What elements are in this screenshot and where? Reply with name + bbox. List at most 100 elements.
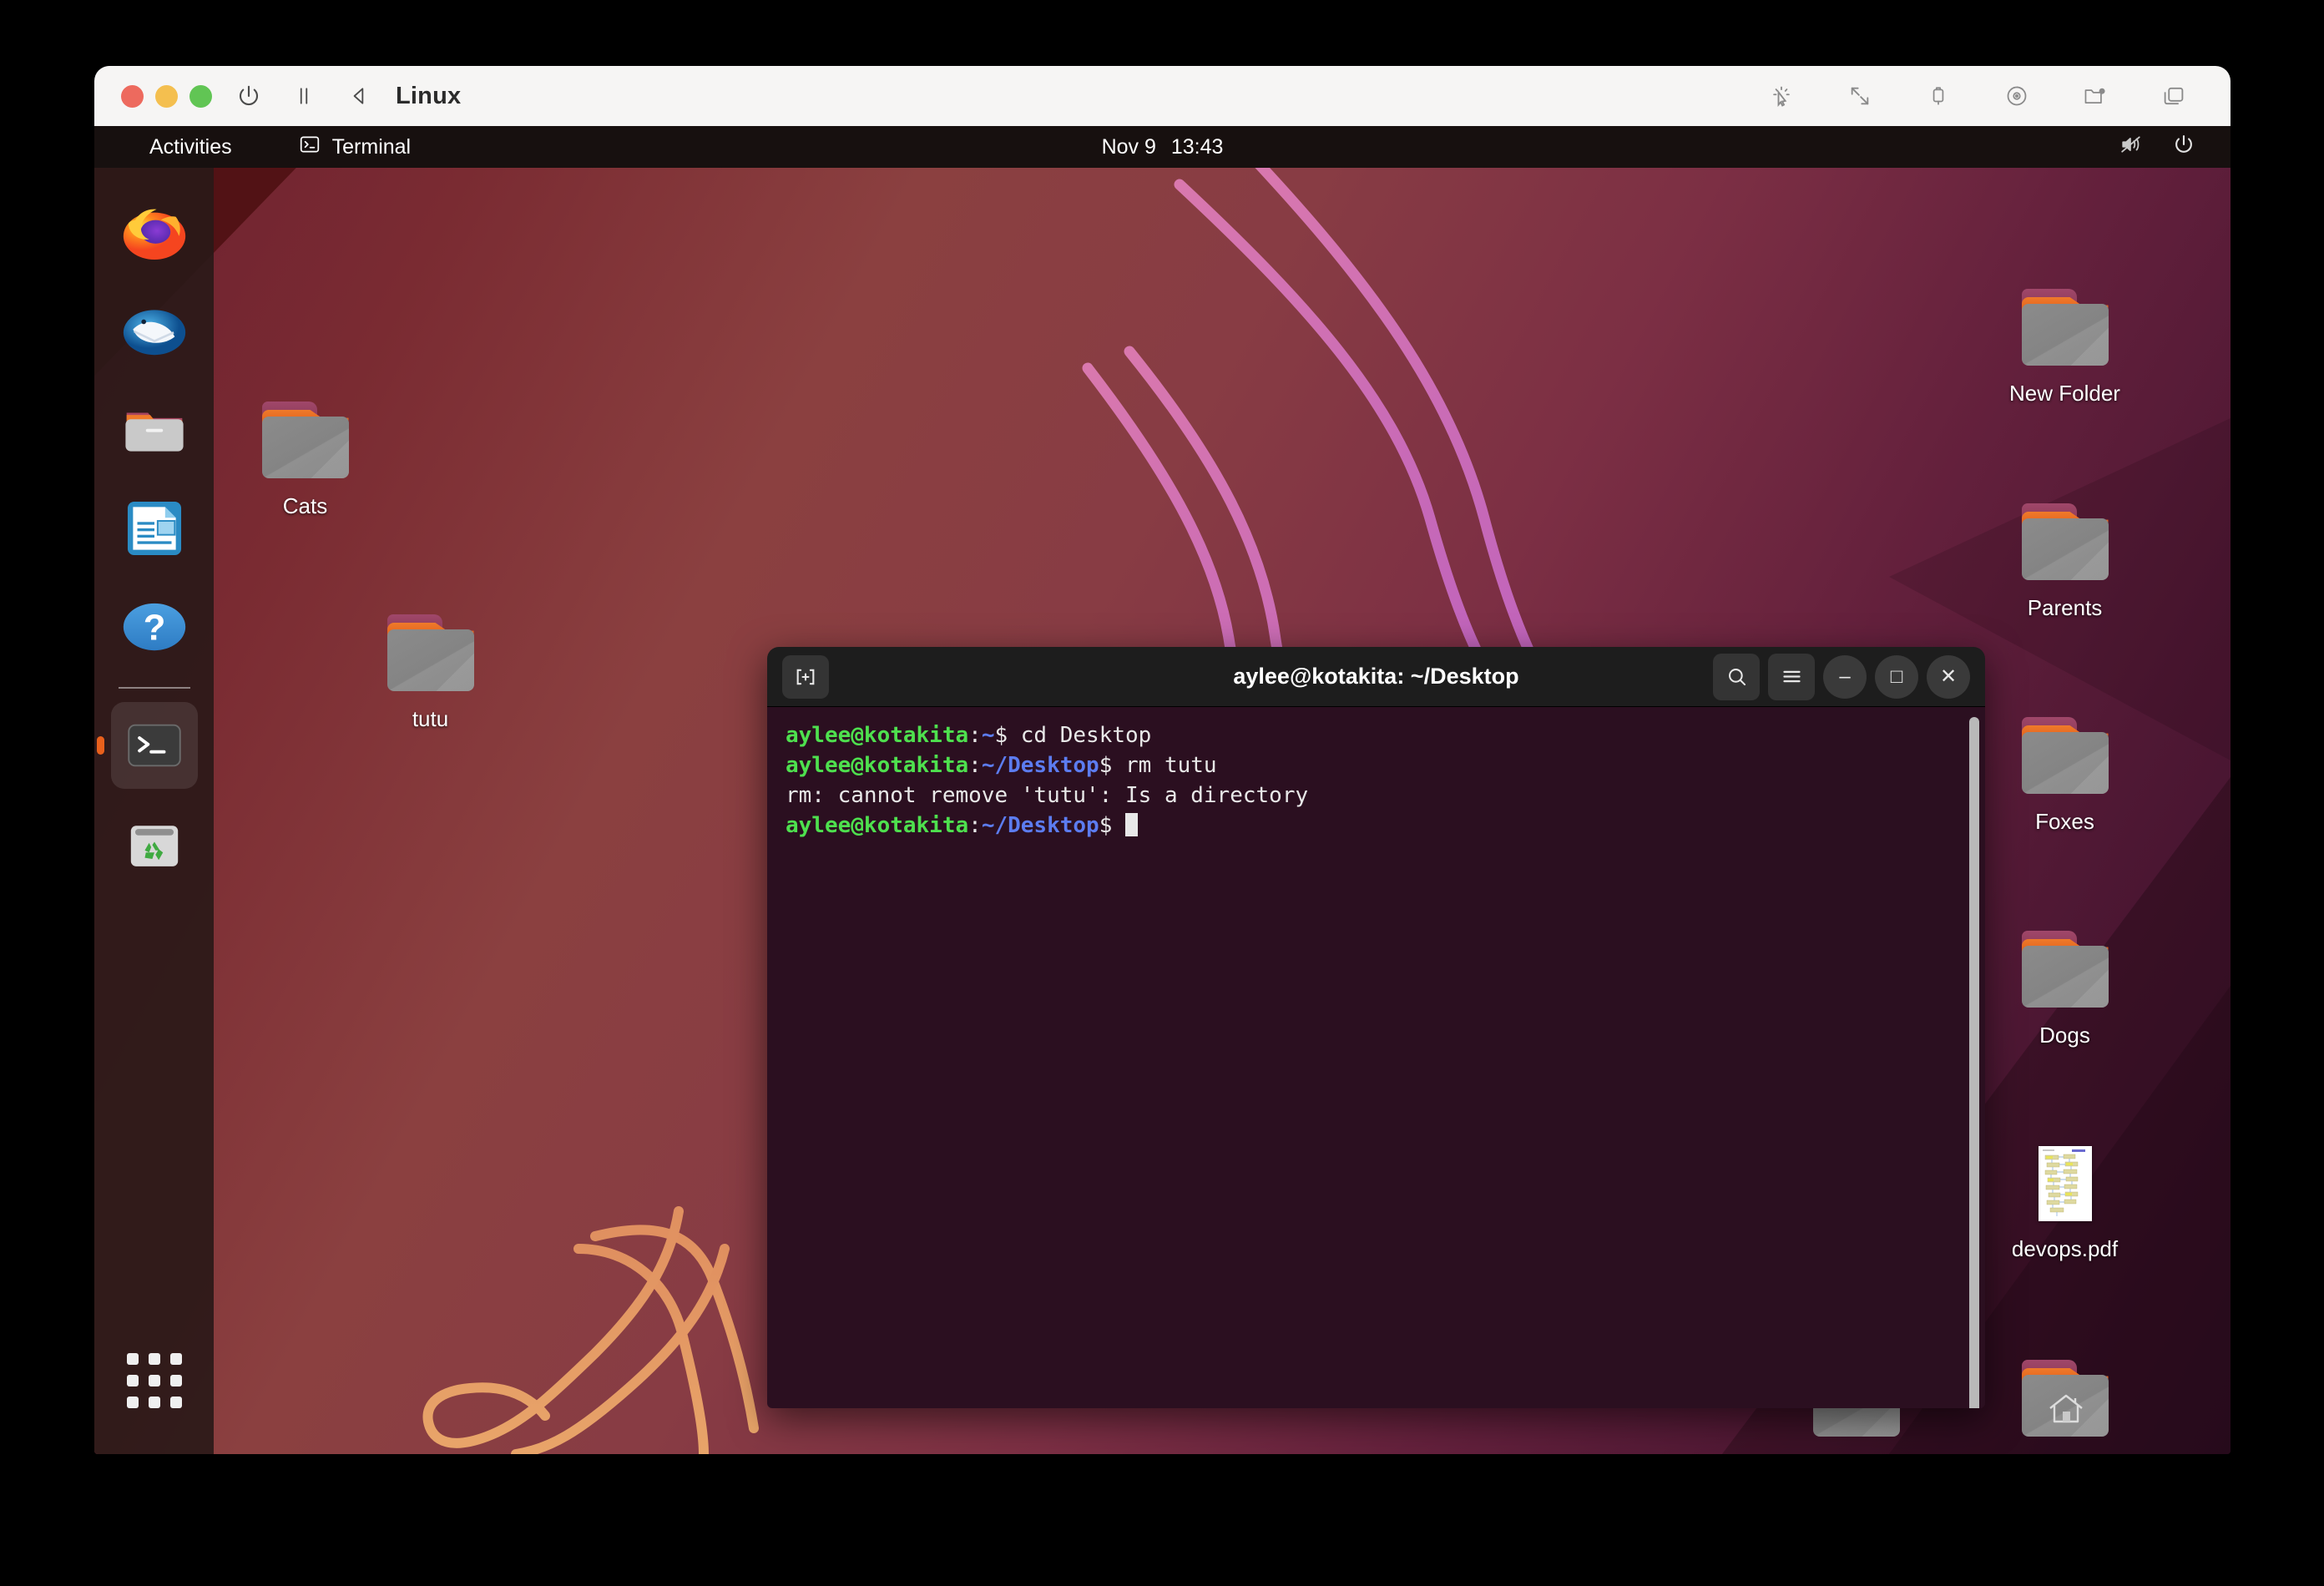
desktop-icon-devops-pdf[interactable]: devops.pdf [1988, 1144, 2142, 1262]
files-icon [124, 412, 184, 452]
terminal-minimize-button[interactable]: – [1823, 654, 1867, 699]
desktop-icon-new-folder[interactable]: New Folder [1988, 289, 2142, 407]
dock-item-trash[interactable] [111, 801, 198, 887]
terminal-titlebar[interactable]: aylee@kotakita: ~/Desktop – □ ✕ [767, 647, 1985, 707]
prompt-user: aylee@kotakita [786, 723, 969, 748]
app-menu-button[interactable]: Terminal [299, 134, 411, 161]
resize-arrows-icon[interactable] [1842, 78, 1878, 114]
pdf-thumbnail-diagram [2038, 1146, 2092, 1221]
libreoffice-writer-icon [127, 501, 181, 556]
shared-folder-icon[interactable] [2077, 78, 2114, 114]
terminal-command: cd Desktop [1020, 723, 1152, 748]
folder-icon [2018, 931, 2112, 1011]
vm-window: Linux Activities Terminal Nov 9 13:43 ? … [94, 66, 2231, 1454]
home-folder-icon [2018, 1360, 2112, 1440]
terminal-command: rm tutu [1125, 753, 1217, 778]
prompt-dollar: $ [1099, 813, 1126, 838]
pointer-click-icon[interactable] [1763, 78, 1800, 114]
firefox-icon [123, 209, 185, 260]
desktop-icon-label: tutu [412, 706, 449, 731]
folder-icon [2018, 503, 2112, 583]
trash-icon [130, 826, 178, 866]
power-icon[interactable] [230, 78, 267, 114]
host-window-title: Linux [396, 82, 462, 109]
terminal-scrollbar[interactable] [1969, 717, 1979, 1408]
dock-item-files[interactable] [111, 386, 198, 473]
terminal-controls: – □ ✕ [1713, 653, 1970, 700]
terminal-maximize-button[interactable]: □ [1875, 654, 1918, 699]
clock[interactable]: Nov 9 13:43 [1102, 135, 1224, 159]
dock-item-thunderbird[interactable] [111, 288, 198, 375]
zoom-button[interactable] [189, 84, 212, 108]
terminal-window[interactable]: aylee@kotakita: ~/Desktop – □ ✕ aylee@ko… [767, 647, 1985, 1408]
gnome-top-bar: Activities Terminal Nov 9 13:43 [94, 126, 2231, 168]
minimize-button[interactable] [155, 84, 178, 108]
folder-icon [2018, 289, 2112, 369]
desktop-icon-parents[interactable]: Parents [1988, 503, 2142, 621]
back-triangle-icon[interactable] [341, 78, 377, 114]
hamburger-menu-icon[interactable] [1768, 653, 1815, 700]
desktop-icon-label: Cats [282, 493, 328, 518]
prompt-path: ~ [981, 723, 995, 748]
disc-icon[interactable] [1998, 78, 2035, 114]
host-toolbar [1721, 78, 2231, 114]
windows-stack-icon[interactable] [2155, 78, 2192, 114]
traffic-light-group [109, 84, 212, 108]
terminal-title: aylee@kotakita: ~/Desktop [1233, 664, 1519, 689]
pause-icon[interactable] [285, 78, 322, 114]
folder-icon [2018, 717, 2112, 797]
terminal-line: aylee@kotakita:~/Desktop$ rm tutu [786, 750, 1967, 780]
desktop-icon-label: devops.pdf [2011, 1236, 2119, 1261]
terminal-icon [127, 724, 181, 767]
search-icon[interactable] [1713, 653, 1760, 700]
terminal-cursor [1125, 813, 1139, 836]
terminal-icon [299, 134, 321, 161]
clock-date: Nov 9 [1101, 134, 1156, 159]
desktop-icon-tutu[interactable]: tutu [353, 614, 508, 732]
terminal-line: aylee@kotakita:~/Desktop$ [786, 811, 1967, 841]
prompt-sep: : [968, 753, 982, 778]
desktop-icon-label: Foxes [2035, 809, 2094, 834]
usb-icon[interactable] [1920, 78, 1957, 114]
dock-item-terminal[interactable] [110, 702, 198, 789]
guest-screen: Activities Terminal Nov 9 13:43 ? Cats t… [94, 126, 2231, 1454]
folder-icon [384, 614, 477, 695]
terminal-line: aylee@kotakita:~$ cd Desktop [786, 720, 1967, 750]
pdf-document-icon [2018, 1144, 2112, 1225]
desktop-icon-label: Dogs [2039, 1023, 2090, 1048]
dock-item-libreoffice-writer[interactable] [111, 485, 198, 572]
close-button[interactable] [121, 84, 144, 108]
dock-item-firefox[interactable] [111, 189, 198, 276]
new-tab-button[interactable] [782, 654, 829, 699]
desktop-icon-label: Home [2036, 1452, 2094, 1454]
svg-text:?: ? [143, 608, 165, 648]
desktop-icon-dogs[interactable]: Dogs [1988, 931, 2142, 1048]
terminal-close-button[interactable]: ✕ [1927, 654, 1970, 699]
power-icon[interactable] [2172, 133, 2195, 162]
desktop-icon-label: Parents [2027, 595, 2103, 620]
prompt-sep: : [968, 723, 982, 748]
volume-muted-icon[interactable] [2119, 134, 2144, 161]
desktop-icon-foxes[interactable]: Foxes [1988, 717, 2142, 835]
prompt-sep: : [968, 813, 982, 838]
system-status-area[interactable] [2119, 133, 2231, 162]
terminal-output-line: rm: cannot remove 'tutu': Is a directory [786, 783, 1309, 808]
prompt-user: aylee@kotakita [786, 753, 969, 778]
desktop-icon-label: ToDo [1831, 1452, 1882, 1454]
host-titlebar: Linux [94, 66, 2231, 126]
show-applications-button[interactable] [111, 1337, 198, 1424]
ubuntu-dock: ? [94, 168, 214, 1454]
house-icon [2049, 1394, 2083, 1423]
app-menu-label: Terminal [331, 134, 412, 159]
terminal-output[interactable]: aylee@kotakita:~$ cd Desktop aylee@kotaki… [767, 707, 1985, 1408]
prompt-dollar: $ [994, 723, 1021, 748]
folder-icon [259, 402, 352, 482]
help-icon: ? [123, 603, 185, 651]
desktop-icon-home[interactable]: Home [1988, 1360, 2142, 1454]
prompt-path: ~/Desktop [981, 813, 1099, 838]
activities-button[interactable]: Activities [149, 135, 232, 159]
dock-separator [118, 687, 190, 689]
prompt-path: ~/Desktop [981, 753, 1099, 778]
dock-item-help[interactable]: ? [111, 583, 198, 670]
desktop-icon-cats[interactable]: Cats [228, 402, 382, 519]
